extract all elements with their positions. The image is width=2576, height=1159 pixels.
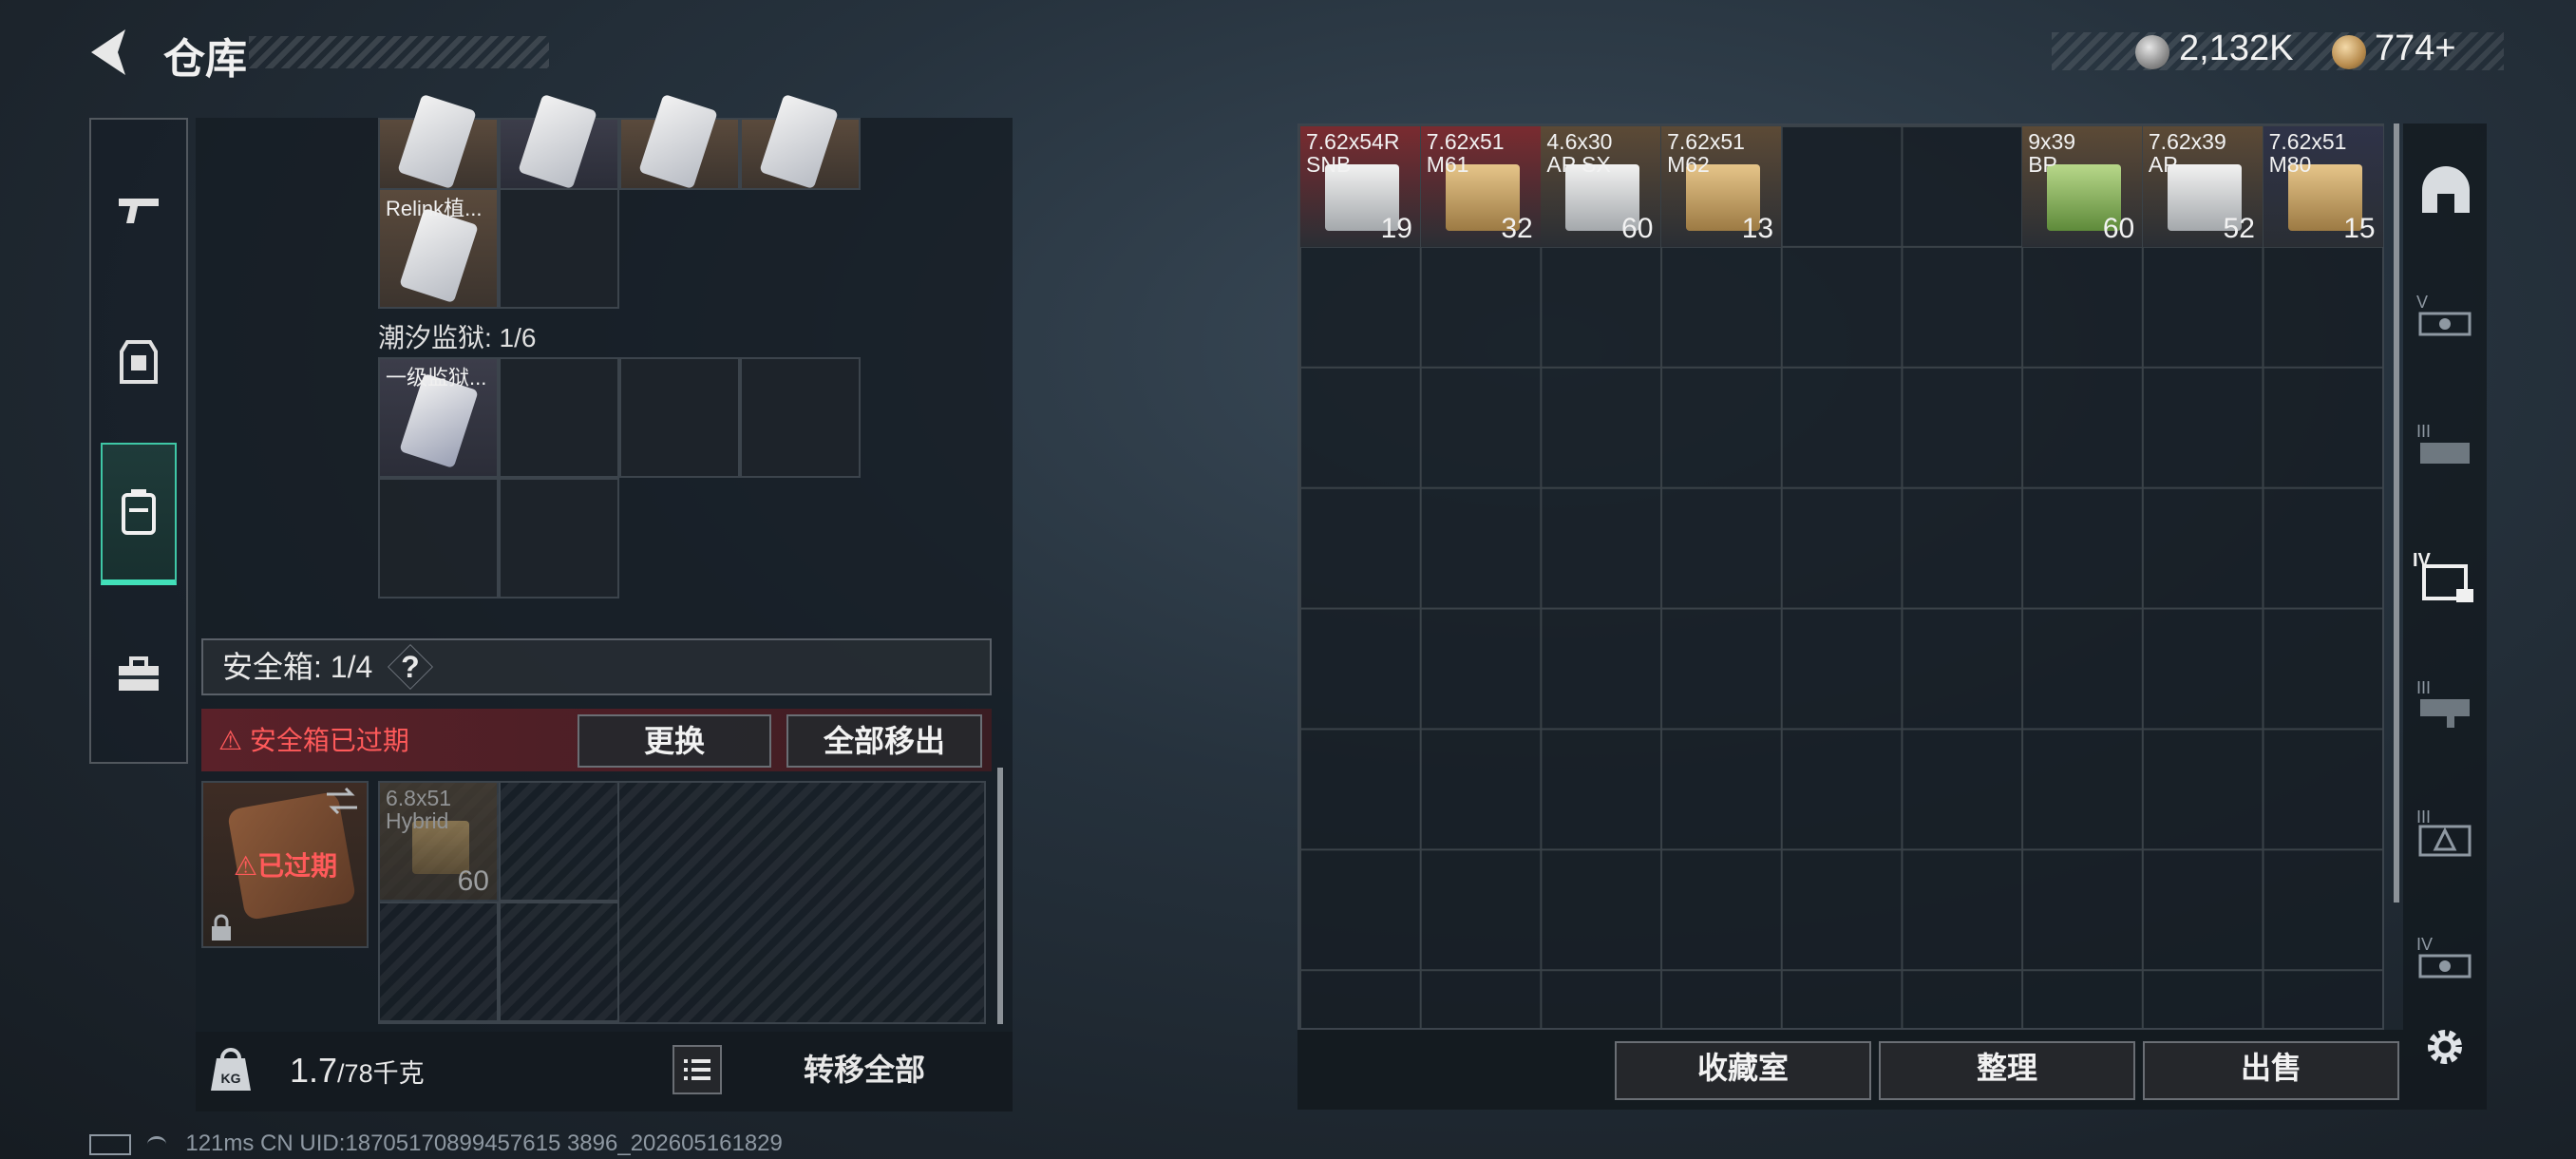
item-name: 7.62x39 AP xyxy=(2148,129,2226,177)
backpack-icon xyxy=(122,489,156,535)
sell-button[interactable]: 出售 xyxy=(2143,1041,2399,1100)
item-name: 4.6x30 AP SX xyxy=(1546,129,1613,177)
title-stripe xyxy=(249,36,549,68)
settings-icon[interactable] xyxy=(2420,1022,2470,1072)
back-arrow-icon[interactable] xyxy=(85,24,142,81)
item-name: 7.62x51 M62 xyxy=(1667,129,1745,177)
inventory-cell[interactable] xyxy=(378,93,499,190)
category-nav xyxy=(89,118,188,764)
item-count: 60 xyxy=(2102,213,2135,244)
item-name: 9x39 BP xyxy=(2028,129,2076,177)
inventory-cell[interactable] xyxy=(499,188,619,309)
stash-ammo-item[interactable]: 7.62x39 AP 52 xyxy=(2142,126,2263,247)
safe-ammo-item[interactable]: 6.8x51 Hybrid 60 xyxy=(378,781,499,902)
tier-v-gun-icon[interactable]: V xyxy=(2413,285,2479,352)
toolbox-icon xyxy=(119,656,159,691)
sort-button[interactable]: 整理 xyxy=(1879,1041,2135,1100)
item-count: 32 xyxy=(1501,213,1533,244)
item-count: 60 xyxy=(1621,213,1654,244)
gold-coin-icon xyxy=(2332,35,2366,69)
weapon-icon xyxy=(119,199,159,223)
tier-iv-gun-icon[interactable]: IV xyxy=(2413,927,2479,994)
item-count: 52 xyxy=(2223,213,2255,244)
help-icon[interactable]: ? xyxy=(388,643,434,691)
stash-ammo-item[interactable]: 7.62x51 M80 15 xyxy=(2263,126,2383,247)
list-view-button[interactable] xyxy=(672,1045,722,1094)
inventory-item[interactable]: 一级监狱... xyxy=(378,357,499,478)
item-count: 19 xyxy=(1380,213,1412,244)
nav-weapons[interactable] xyxy=(91,139,186,281)
case-expired-label: ⚠已过期 xyxy=(234,851,338,881)
inventory-cell[interactable] xyxy=(378,902,499,1022)
item-count: 60 xyxy=(457,865,489,897)
stash-ammo-item[interactable]: 7.62x54R SNB 19 xyxy=(1300,126,1420,247)
silver-amount: 2,132K xyxy=(2179,28,2294,68)
page-title: 仓库 xyxy=(163,36,247,83)
inventory-cell[interactable] xyxy=(740,93,861,190)
replace-button[interactable]: 更换 xyxy=(578,714,771,768)
inventory-cell[interactable] xyxy=(619,93,740,190)
stash-ammo-item[interactable]: 9x39 BP 60 xyxy=(2022,126,2143,247)
swap-icon[interactable] xyxy=(323,785,361,817)
move-all-out-button[interactable]: 全部移出 xyxy=(786,714,982,768)
armor-icon xyxy=(120,340,158,384)
stash-scrollbar[interactable] xyxy=(2394,124,2399,902)
inventory-cell[interactable] xyxy=(378,478,499,598)
safe-box-count: 安全箱: 1/4 xyxy=(222,650,373,684)
lock-icon xyxy=(212,914,231,940)
inventory-cell[interactable] xyxy=(499,478,619,598)
inventory-cell[interactable] xyxy=(619,357,740,478)
weight-readout: 1.7/78千克 xyxy=(290,1051,425,1090)
inventory-cell[interactable] xyxy=(499,781,619,902)
item-count: 13 xyxy=(1741,213,1774,244)
svg-text:KG: KG xyxy=(221,1071,241,1086)
silver-coin-icon xyxy=(2135,35,2169,69)
warning-icon: ⚠ xyxy=(218,726,250,755)
svg-text:III: III xyxy=(2416,808,2431,826)
inventory-cell[interactable] xyxy=(499,93,619,190)
item-name: 7.62x51 M61 xyxy=(1426,129,1505,177)
inventory-cell[interactable] xyxy=(499,357,619,478)
transfer-all-button[interactable]: 转移全部 xyxy=(735,1045,994,1094)
nav-toolbox[interactable] xyxy=(91,604,186,747)
tier-iii-gun-icon[interactable]: III xyxy=(2413,414,2479,481)
list-icon xyxy=(684,1059,710,1080)
weight-icon: KG xyxy=(211,1048,251,1091)
item-name: 6.8x51 Hybrid xyxy=(386,786,452,833)
stash-ammo-item[interactable]: 7.62x51 M62 13 xyxy=(1661,126,1782,247)
expired-warning: ⚠ 安全箱已过期 xyxy=(218,726,409,755)
item-name: Relink植... xyxy=(386,197,483,220)
item-name: 7.62x51 M80 xyxy=(2268,129,2347,177)
svg-text:IV: IV xyxy=(2416,935,2433,954)
safe-box-label: 安全箱: 1/4 ? xyxy=(201,638,992,695)
tidal-prison-label: 潮汐监狱: 1/6 xyxy=(378,323,537,352)
gold-amount: 774+ xyxy=(2375,28,2456,68)
helmet-icon[interactable] xyxy=(2413,160,2479,226)
left-scrollbar[interactable] xyxy=(997,768,1003,1024)
nav-backpack[interactable] xyxy=(101,443,177,585)
stash-ammo-item[interactable]: 7.62x51 M61 32 xyxy=(1420,126,1541,247)
tier-iii-gun2-icon[interactable]: III xyxy=(2413,671,2479,737)
wifi-icon xyxy=(146,1136,166,1152)
stash-ammo-item[interactable]: 4.6x30 AP SX 60 xyxy=(1541,126,1661,247)
inventory-cell[interactable] xyxy=(499,902,619,1022)
battery-icon xyxy=(89,1133,131,1155)
svg-text:V: V xyxy=(2416,293,2428,312)
tier-iii-ammo-icon[interactable]: III xyxy=(2413,800,2479,866)
nav-armor[interactable] xyxy=(91,291,186,433)
tier-iv-case-icon[interactable]: IV xyxy=(2413,543,2479,610)
inventory-item[interactable]: Relink植... xyxy=(378,188,499,309)
inventory-cell[interactable] xyxy=(740,357,861,478)
item-name: 7.62x54R SNB xyxy=(1306,129,1400,177)
stash-grid xyxy=(1299,125,2382,1028)
svg-text:III: III xyxy=(2416,422,2431,441)
svg-text:III: III xyxy=(2416,678,2431,697)
status-bar: 121ms CN UID:18705170899457615 3896_2026… xyxy=(89,1130,783,1157)
item-count: 15 xyxy=(2343,213,2376,244)
collection-room-button[interactable]: 收藏室 xyxy=(1615,1041,1871,1100)
item-name: 一级监狱... xyxy=(386,366,487,390)
